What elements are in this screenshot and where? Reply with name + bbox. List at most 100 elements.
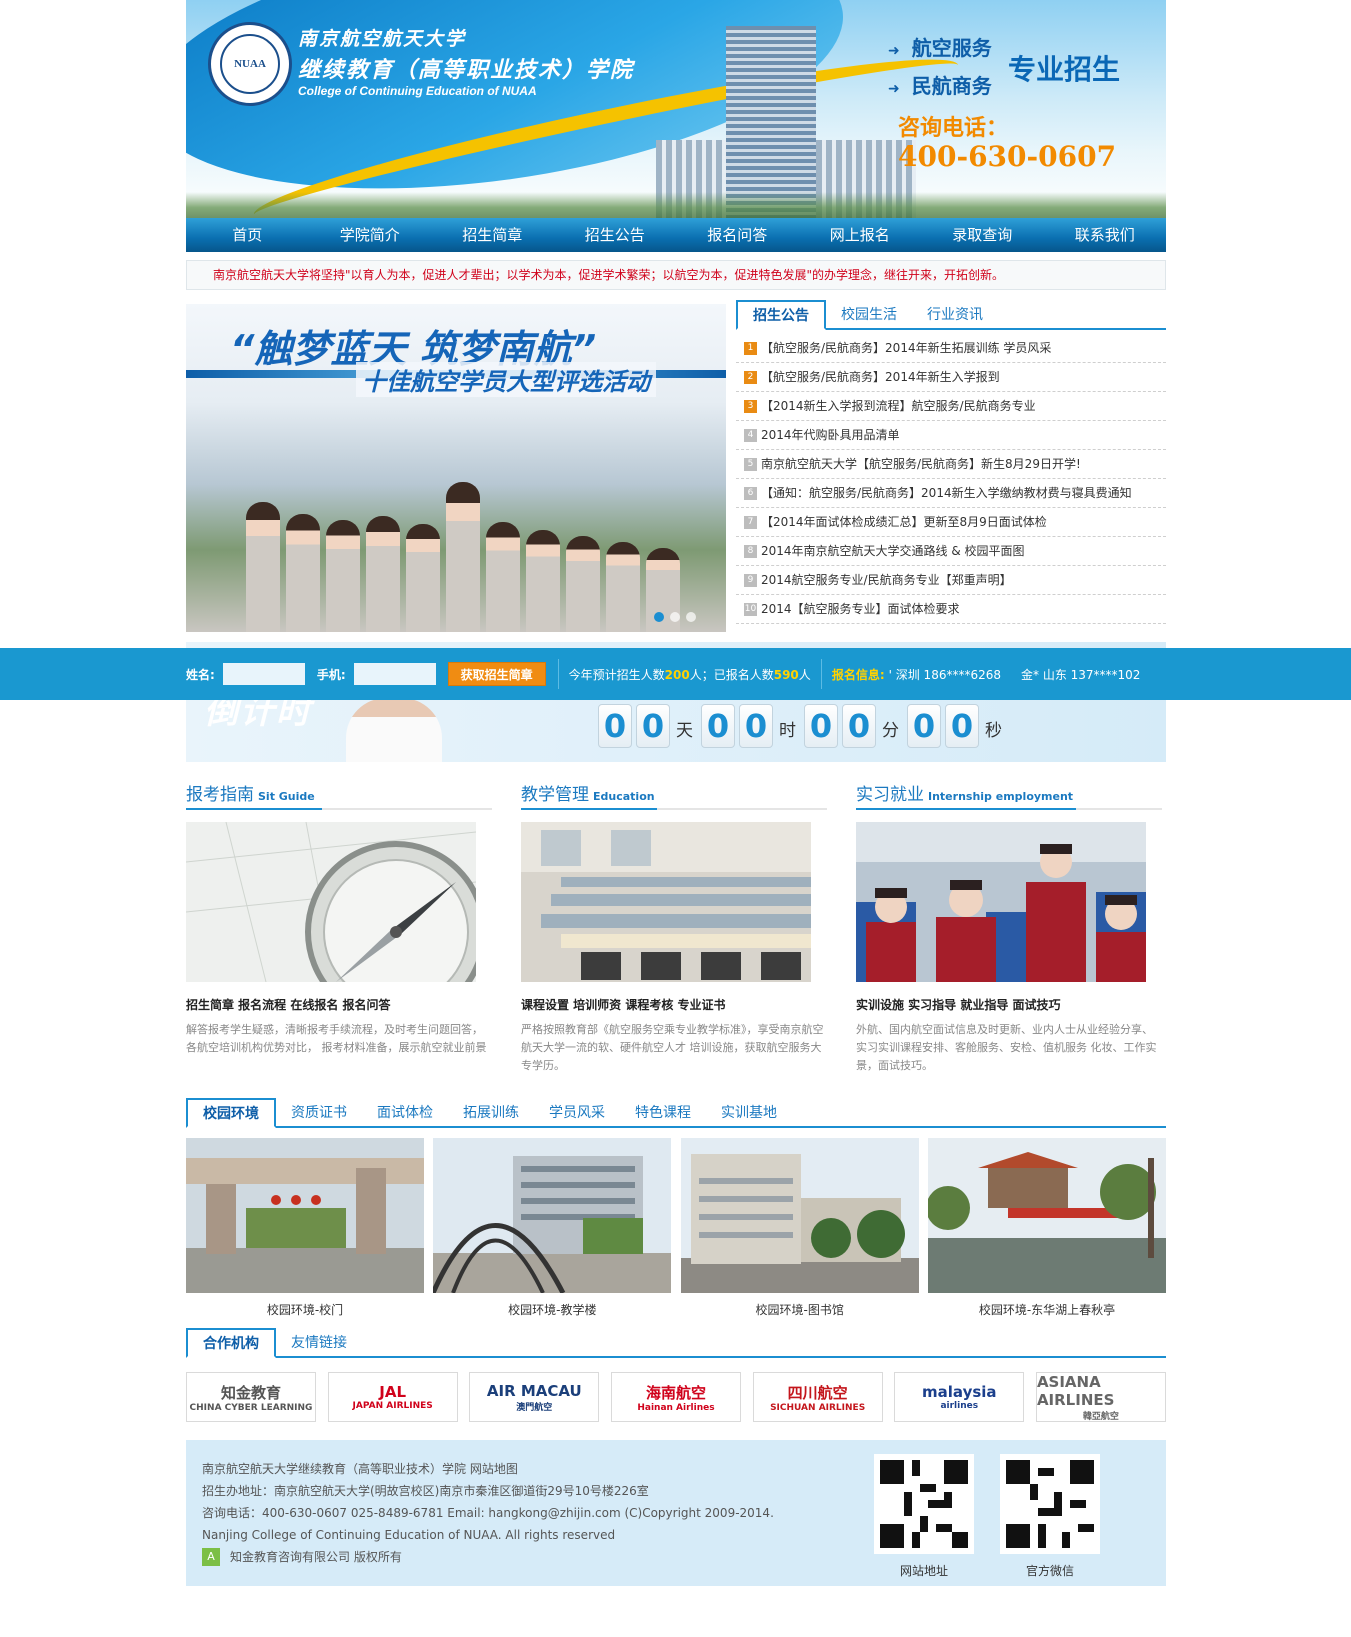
column-subtitle[interactable]: 实训设施 实习指导 就业指导 面试技巧 <box>856 996 1162 1013</box>
partner-logo[interactable]: 海南航空 Hainan Airlines <box>610 1372 741 1422</box>
campus-photo-item[interactable]: 校园环境-图书馆 <box>680 1138 919 1318</box>
news-item[interactable]: 1 【航空服务/民航商务】2014年新生拓展训练 学员风采 <box>736 334 1166 363</box>
nav-online-signup[interactable]: 网上报名 <box>799 218 922 252</box>
partner-logos: 知金教育 CHINA CYBER LEARNING JAL JAPAN AIRLINE… <box>186 1372 1166 1422</box>
heading-underline <box>186 808 322 810</box>
campus-tabs: 校园环境 资质证书 面试体检 拓展训练 学员风采 特色课程 实训基地 <box>186 1098 1166 1128</box>
service-item-2: ➜ 民航商务 <box>888 70 992 99</box>
column-title-cn: 实习就业 <box>856 785 924 805</box>
news-item[interactable]: 9 2014航空服务专业/民航商务专业【郑重声明】 <box>736 566 1166 595</box>
campus-photo-pavilion <box>927 1138 1166 1293</box>
partner-logo[interactable]: 四川航空 SICHUAN AIRLINES <box>752 1372 883 1422</box>
news-item[interactable]: 7 【2014年面试体检成绩汇总】更新至8月9日面试体检 <box>736 508 1166 537</box>
partner-name: 知金教育 <box>220 1383 281 1402</box>
slider-subline: 十佳航空学员大型评选活动 <box>356 362 656 397</box>
news-item[interactable]: 8 2014年南京航空航天大学交通路线 & 校园平面图 <box>736 537 1166 566</box>
campus-photo-library <box>680 1138 919 1293</box>
person-figure <box>606 542 640 632</box>
main-nav: 首页 学院简介 招生简章 招生公告 报名问答 网上报名 录取查询 联系我们 <box>186 218 1166 252</box>
news-item[interactable]: 10 2014【航空服务专业】面试体检要求 <box>736 595 1166 624</box>
hero-slider[interactable]: “触梦蓝天 筑梦南航” 十佳航空学员大型评选活动 <box>186 304 726 632</box>
column-heading[interactable]: 教学管理 Education <box>521 780 827 810</box>
tab-partners[interactable]: 合作机构 <box>186 1328 276 1358</box>
tab-certificates[interactable]: 资质证书 <box>276 1100 362 1126</box>
nav-announcements[interactable]: 招生公告 <box>554 218 677 252</box>
gate-illustration <box>186 1138 424 1293</box>
tab-friend-links[interactable]: 友情链接 <box>276 1330 362 1356</box>
column-heading[interactable]: 实习就业 Internship employment <box>856 780 1162 810</box>
news-rank-badge: 9 <box>744 573 757 587</box>
specialty-label: 专业招生 <box>1008 53 1121 86</box>
campus-photo-building <box>433 1138 672 1293</box>
hotline-label: 咨询电话： <box>898 116 1009 141</box>
nav-contact[interactable]: 联系我们 <box>1044 218 1167 252</box>
news-item[interactable]: 3 【2014新生入学报到流程】航空服务/民航商务专业 <box>736 392 1166 421</box>
person-figure <box>366 516 400 632</box>
tab-industry-news[interactable]: 行业资讯 <box>912 302 998 328</box>
tab-student-style[interactable]: 学员风采 <box>534 1100 620 1126</box>
compass-image[interactable] <box>186 822 476 982</box>
name-input[interactable] <box>222 663 305 685</box>
classroom-image[interactable] <box>521 822 811 982</box>
tab-training-base[interactable]: 实训基地 <box>706 1100 792 1126</box>
column-heading[interactable]: 报考指南 Sit Guide <box>186 780 492 810</box>
tab-outward-training[interactable]: 拓展训练 <box>448 1100 534 1126</box>
slider-dot[interactable] <box>686 612 696 622</box>
campus-photo-item[interactable]: 校园环境-东华湖上春秋亭 <box>927 1138 1166 1318</box>
education-column: 教学管理 Education 课程设置 培训师资 课程考核 专业证书 严格按照教育… <box>521 780 827 1075</box>
countdown-digit: 0 <box>701 704 735 748</box>
news-item[interactable]: 4 2014年代购卧具用品清单 <box>736 421 1166 450</box>
heading-underline <box>856 808 1076 810</box>
university-logo[interactable]: NUAA <box>208 22 292 106</box>
person-figure <box>446 482 480 632</box>
qr-pattern <box>1006 1460 1094 1548</box>
tab-admission-notice[interactable]: 招生公告 <box>736 300 826 330</box>
tab-campus-life[interactable]: 校园生活 <box>826 302 912 328</box>
nav-admission-guide[interactable]: 招生简章 <box>431 218 554 252</box>
get-brochure-button[interactable]: 获取招生简章 <box>447 662 546 686</box>
news-item[interactable]: 2 【航空服务/民航商务】2014年新生入学报到 <box>736 363 1166 392</box>
campus-photo-caption: 校园环境-校门 <box>266 1303 344 1317</box>
campus-photo-item[interactable]: 校园环境-校门 <box>186 1138 424 1318</box>
campus-section: 校园环境 资质证书 面试体检 拓展训练 学员风采 特色课程 实训基地 <box>186 1098 1166 1130</box>
footer-company-name: 知金教育咨询有限公司 版权所有 <box>230 1550 402 1564</box>
slider-dot[interactable] <box>670 612 680 622</box>
guide-column: 报考指南 Sit Guide 招生简章 报名流程 在线报名 报名问答 解答报考学生… <box>186 780 492 1057</box>
partner-logo[interactable]: ASIANA AIRLINES 韓亞航空 <box>1035 1372 1166 1422</box>
nav-admission-query[interactable]: 录取查询 <box>921 218 1044 252</box>
partner-name: JAL <box>379 1383 407 1401</box>
campus-photo-item[interactable]: 校园环境-教学楼 <box>433 1138 672 1318</box>
column-title-en: Internship employment <box>928 790 1074 803</box>
nav-about[interactable]: 学院简介 <box>309 218 432 252</box>
title-en: College of Continuing Education of NUAA <box>298 84 537 98</box>
news-title: 2014航空服务专业/民航商务专业【郑重声明】 <box>761 573 1012 587</box>
partner-logo[interactable]: malaysia airlines <box>894 1372 1025 1422</box>
news-item[interactable]: 6 【通知：航空服务/民航商务】2014新生入学缴纳教材费与寝具费通知 <box>736 479 1166 508</box>
tab-special-courses[interactable]: 特色课程 <box>620 1100 706 1126</box>
signup-info-item: 金* 山东 137****102 <box>1021 667 1141 682</box>
partner-name: 海南航空 <box>645 1383 706 1402</box>
tab-interview-exam[interactable]: 面试体检 <box>362 1100 448 1126</box>
partner-logo[interactable]: JAL JAPAN AIRLINES <box>327 1372 458 1422</box>
partner-logo[interactable]: AIR MACAU 澳門航空 <box>469 1372 600 1422</box>
phone-input[interactable] <box>353 663 436 685</box>
nav-faq[interactable]: 报名问答 <box>676 218 799 252</box>
cabin-service-image[interactable] <box>856 822 1146 982</box>
news-tabs: 招生公告 校园生活 行业资讯 <box>736 300 1166 330</box>
countdown-digit: 0 <box>804 704 838 748</box>
news-item[interactable]: 5 南京航空航天大学【航空服务/民航商务】新生8月29日开学! <box>736 450 1166 479</box>
countdown-unit: 天 <box>676 721 693 741</box>
nav-home[interactable]: 首页 <box>186 218 309 252</box>
building-illustration <box>433 1138 672 1293</box>
partner-name: 四川航空 <box>787 1383 848 1402</box>
classroom-illustration <box>521 822 811 982</box>
column-subtitle[interactable]: 课程设置 培训师资 课程考核 专业证书 <box>521 996 827 1013</box>
news-title: 南京航空航天大学【航空服务/民航商务】新生8月29日开学! <box>761 457 1081 471</box>
campus-photo-caption: 校园环境-东华湖上春秋亭 <box>978 1303 1116 1317</box>
qr-wechat[interactable]: 官方微信 <box>1000 1454 1100 1579</box>
partner-logo[interactable]: 知金教育 CHINA CYBER LEARNING <box>186 1372 316 1422</box>
qr-website[interactable]: 网站地址 <box>874 1454 974 1579</box>
slider-dot[interactable] <box>654 612 664 622</box>
column-subtitle[interactable]: 招生简章 报名流程 在线报名 报名问答 <box>186 996 492 1013</box>
tab-campus-environment[interactable]: 校园环境 <box>186 1098 276 1128</box>
